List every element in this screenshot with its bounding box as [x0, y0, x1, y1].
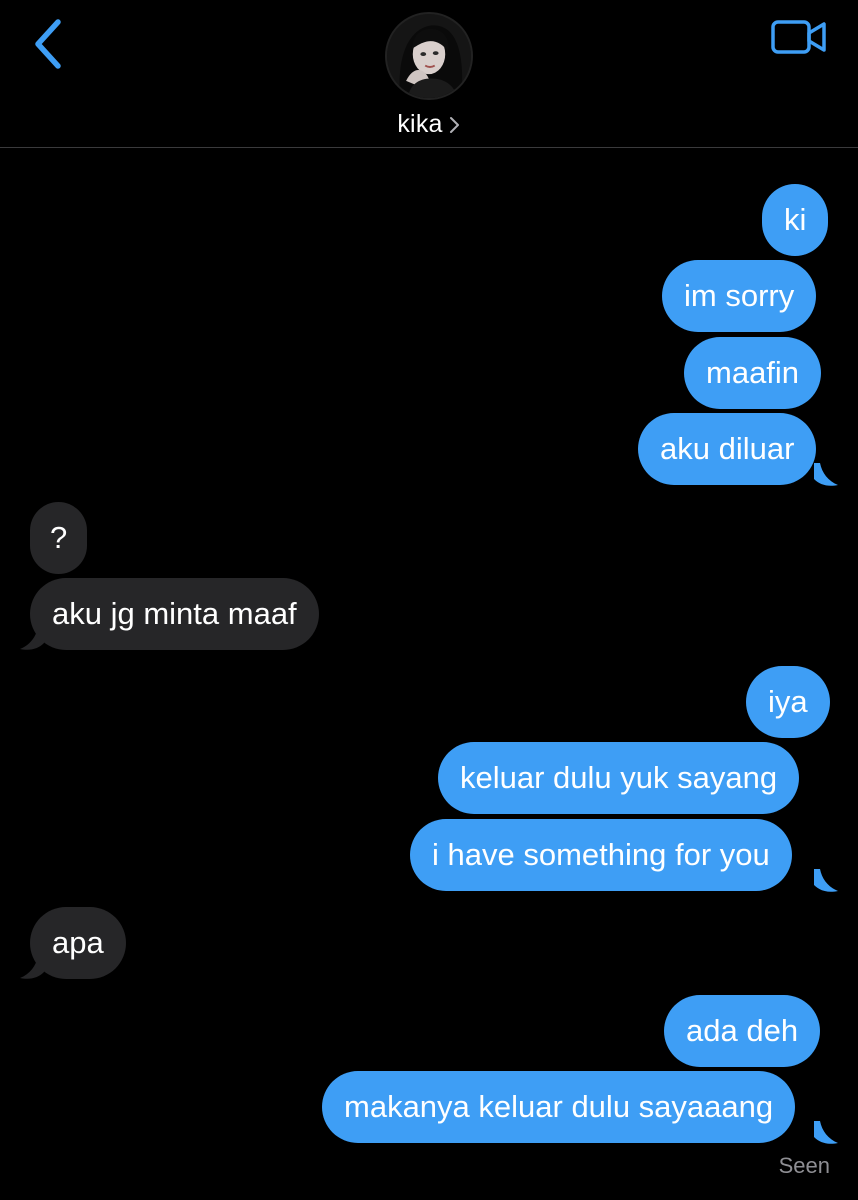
avatar-photo [387, 14, 471, 98]
messages-screen: kika ki im sorry maafin aku diluar ? aku… [0, 0, 858, 1200]
sent-bubble-tail [814, 463, 838, 486]
message-bubble-sent[interactable]: im sorry [662, 260, 817, 332]
chevron-right-icon [449, 117, 459, 133]
message-bubble-sent[interactable]: ki [762, 184, 829, 256]
message-text: i have something for you [432, 837, 770, 872]
video-camera-icon [771, 20, 826, 54]
facetime-video-button[interactable] [768, 16, 830, 58]
message-text: aku diluar [660, 431, 795, 466]
message-bubble-received[interactable]: apa [30, 907, 126, 979]
contact-avatar[interactable] [385, 12, 473, 100]
message-bubble-received[interactable]: ? [30, 502, 88, 574]
contact-name: kika [397, 109, 443, 138]
sent-bubble-tail [814, 1121, 838, 1144]
back-button[interactable] [26, 16, 70, 72]
message-text: keluar dulu yuk sayang [460, 760, 778, 795]
chevron-left-icon [35, 19, 61, 69]
contact-name-row[interactable]: kika [0, 106, 858, 142]
message-bubble-sent[interactable]: keluar dulu yuk sayang [438, 742, 800, 814]
message-bubble-sent[interactable]: aku diluar [638, 413, 817, 485]
message-bubble-sent[interactable]: makanya keluar dulu sayaaang [322, 1071, 796, 1143]
message-text: ki [784, 202, 807, 237]
message-text: im sorry [684, 278, 795, 313]
message-text: ada deh [686, 1013, 799, 1048]
message-text: iya [768, 684, 808, 719]
message-text: aku jg minta maaf [52, 596, 297, 631]
message-text: maafin [706, 355, 800, 390]
received-bubble-tail [20, 956, 44, 979]
message-bubble-sent[interactable]: maafin [684, 337, 822, 409]
message-text: makanya keluar dulu sayaaang [344, 1089, 774, 1124]
message-text: apa [52, 925, 104, 960]
message-bubble-sent[interactable]: iya [746, 666, 830, 738]
sent-bubble-tail [814, 869, 838, 892]
read-receipt: Seen [778, 1153, 830, 1178]
message-bubble-sent[interactable]: ada deh [664, 995, 821, 1067]
conversation-header: kika [0, 0, 858, 148]
message-bubble-sent[interactable]: i have something for you [410, 819, 792, 891]
message-bubble-received[interactable]: aku jg minta maaf [30, 578, 319, 650]
message-text: ? [50, 520, 68, 555]
received-bubble-tail [20, 627, 44, 650]
